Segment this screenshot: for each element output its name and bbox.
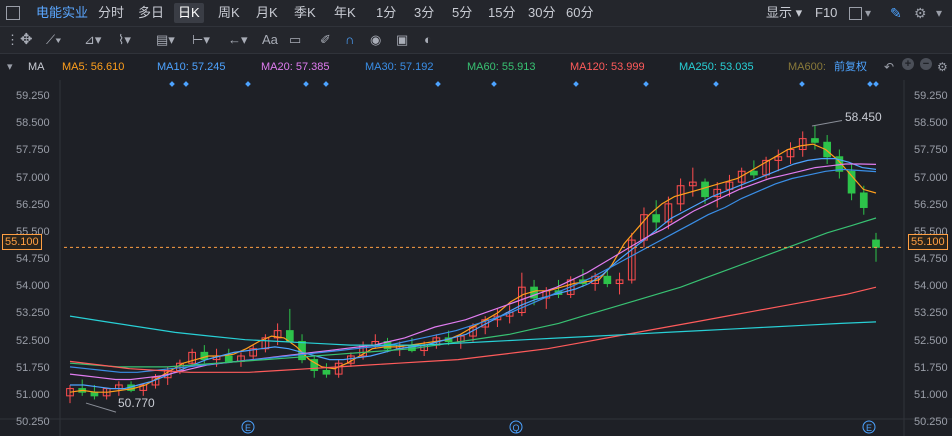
axis-tick-label: 51.000 — [16, 388, 50, 401]
axis-tick-label: 54.750 — [914, 253, 948, 265]
current-price-tag-right: 55.100 — [908, 234, 948, 250]
event-marker-label: Q — [512, 423, 519, 433]
axis-tick-label: 57.750 — [914, 144, 948, 157]
axis-tick-label: 51.750 — [16, 361, 50, 374]
ma-line-ma20 — [69, 163, 877, 381]
event-marker-label: E — [245, 423, 251, 433]
axis-tick-label: 58.500 — [914, 117, 948, 130]
low-pointer-line — [85, 402, 117, 413]
axis-tick-label: 54.750 — [16, 253, 50, 265]
event-dot-marker[interactable] — [573, 81, 579, 87]
event-dot-marker[interactable] — [435, 81, 441, 87]
axis-tick-label: 57.000 — [914, 171, 948, 184]
event-dot-marker[interactable] — [799, 81, 805, 87]
current-price-tag-left: 55.100 — [2, 234, 42, 250]
candlestick-chart[interactable]: EQE — [0, 0, 952, 436]
event-dot-marker[interactable] — [643, 81, 649, 87]
candle-body — [811, 138, 819, 143]
candle-body — [859, 192, 868, 208]
axis-tick-label: 54.000 — [16, 280, 50, 293]
axis-tick-label: 59.250 — [914, 90, 948, 102]
axis-tick-label: 52.500 — [914, 334, 948, 347]
axis-tick-label: 56.250 — [914, 198, 948, 211]
axis-tick-label: 54.000 — [914, 280, 948, 293]
ma-line-ma60 — [69, 217, 877, 368]
axis-tick-label: 51.750 — [914, 361, 948, 374]
low-price-label: 50.770 — [118, 396, 155, 410]
event-marker-label: E — [866, 423, 872, 433]
axis-tick-label: 59.250 — [16, 90, 50, 102]
axis-tick-label: 53.250 — [16, 307, 50, 320]
axis-tick-label: 53.250 — [914, 307, 948, 320]
event-dot-marker[interactable] — [169, 81, 175, 87]
candle-body — [322, 369, 331, 375]
event-dot-marker[interactable] — [713, 81, 719, 87]
event-dot-marker[interactable] — [323, 81, 329, 87]
axis-tick-label: 51.000 — [914, 388, 948, 401]
candle-body — [603, 275, 612, 285]
event-dot-marker[interactable] — [303, 81, 309, 87]
axis-tick-label: 50.250 — [914, 416, 948, 428]
axis-tick-label: 57.750 — [16, 144, 50, 157]
axis-tick-label: 50.250 — [16, 416, 50, 428]
candle-body — [750, 170, 758, 176]
candle-body — [701, 181, 709, 198]
event-dot-marker[interactable] — [183, 81, 189, 87]
candle-body — [872, 239, 880, 248]
high-pointer-line — [811, 120, 843, 127]
high-price-label: 58.450 — [845, 110, 882, 124]
candle-body — [652, 214, 661, 223]
event-dot-marker[interactable] — [867, 81, 873, 87]
candle-body — [847, 170, 856, 194]
event-dot-marker[interactable] — [491, 81, 497, 87]
ma-line-ma5 — [69, 143, 877, 393]
axis-tick-label: 52.500 — [16, 334, 50, 347]
event-dot-marker[interactable] — [873, 81, 879, 87]
axis-tick-label: 56.250 — [16, 198, 50, 211]
axis-tick-label: 58.500 — [16, 117, 50, 130]
axis-tick-label: 57.000 — [16, 171, 50, 184]
candle-body — [224, 355, 233, 362]
event-dot-marker[interactable] — [245, 81, 251, 87]
